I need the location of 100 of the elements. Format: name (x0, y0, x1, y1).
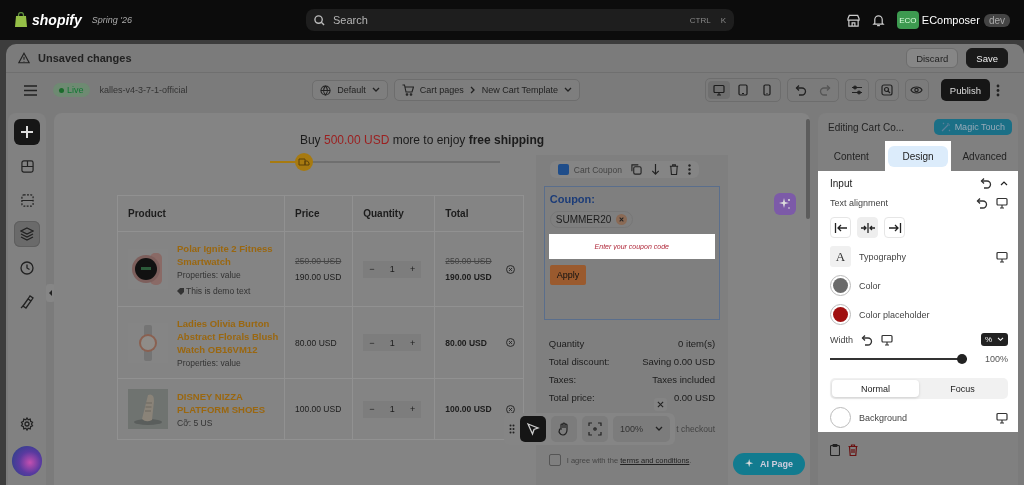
clipboard-icon[interactable] (830, 444, 840, 456)
unit-dropdown[interactable]: % (980, 333, 1008, 346)
panel-tab[interactable]: Content (818, 141, 885, 171)
store-badge[interactable]: ECO (896, 11, 919, 29)
canvas-tool[interactable] (520, 416, 546, 442)
quantity-value: 1 (389, 264, 395, 274)
quantity-stepper[interactable]: − 1 + (363, 334, 422, 351)
decrease-button[interactable]: − (369, 404, 375, 414)
state-tab[interactable]: Focus (919, 380, 1006, 397)
alignment-button[interactable] (857, 217, 878, 238)
chevron-down-icon (655, 426, 664, 432)
filters-button[interactable] (844, 79, 869, 101)
remove-icon[interactable] (505, 404, 515, 414)
panel-tab[interactable]: Advanced (951, 141, 1018, 171)
slider-thumb[interactable] (956, 354, 967, 364)
quantity-stepper[interactable]: − 1 + (363, 400, 422, 418)
chevron-down-icon (997, 337, 1004, 342)
line-total: 80.00 USD (445, 337, 487, 348)
desktop-icon[interactable] (881, 333, 893, 346)
price: 80.00 USD (295, 337, 338, 348)
coupon-title: Coupon: (549, 193, 595, 205)
reset-icon[interactable] (980, 177, 992, 189)
edition-label: Spring '26 (91, 15, 133, 25)
column-header: Product (117, 195, 285, 232)
search-bar[interactable]: Search CTRL K (306, 9, 734, 31)
original-total: 250.00 USD (445, 256, 492, 266)
column-header: Total (434, 195, 524, 232)
breadcrumb-item[interactable]: Cart pages (419, 85, 464, 95)
chevron-up-icon[interactable] (1000, 180, 1008, 186)
ai-assist-button[interactable] (774, 193, 796, 215)
search-icon (880, 84, 893, 96)
summary-label: Taxes: (548, 374, 577, 385)
warning-icon (18, 52, 30, 64)
field-label: Width (830, 334, 853, 345)
redo-icon (818, 84, 831, 96)
product-note: This is demo text (177, 286, 284, 296)
blocks-icon (20, 159, 34, 173)
zoom-dropdown[interactable]: 100% (613, 416, 671, 442)
magic-touch-button[interactable]: Magic Touch (933, 119, 1012, 135)
inspect-button[interactable] (874, 79, 899, 101)
discard-button[interactable]: Discard (906, 48, 959, 68)
increase-button[interactable]: + (409, 404, 416, 414)
undo-icon (794, 84, 807, 96)
desktop-icon[interactable] (996, 197, 1008, 209)
duplicate-icon[interactable] (630, 164, 642, 175)
ai-page-button[interactable]: AI Page (733, 453, 805, 475)
increase-button[interactable]: + (409, 337, 416, 348)
summary-label: Total price: (548, 392, 595, 403)
summary-value: Saving 0.00 USD (642, 356, 716, 367)
more-icon[interactable] (996, 83, 1000, 97)
search-icon (314, 14, 325, 26)
delete-icon[interactable] (668, 164, 679, 175)
language-dropdown[interactable]: Default (312, 80, 388, 100)
typography-button[interactable]: A (830, 246, 851, 267)
close-icon[interactable] (654, 398, 668, 411)
panel-tab[interactable]: Design (884, 141, 952, 171)
remove-icon[interactable] (505, 338, 515, 347)
increase-button[interactable]: + (409, 264, 416, 274)
drag-handle-icon[interactable] (509, 424, 515, 434)
desktop-icon[interactable] (996, 250, 1008, 263)
save-button[interactable]: Save (966, 48, 1008, 68)
shortcut-key: CTRL (689, 15, 711, 25)
arrow-down-icon[interactable] (650, 164, 660, 175)
page-breadcrumb[interactable]: Cart pages New Cart Template (393, 79, 581, 101)
cart-icon (401, 84, 414, 96)
product-property: Cỡ: 5 US (177, 418, 214, 428)
delete-icon[interactable] (848, 444, 858, 456)
focus-icon (588, 422, 602, 436)
reset-icon[interactable] (861, 333, 873, 346)
width-value: 100% (984, 354, 1008, 364)
desktop-icon[interactable] (996, 411, 1008, 424)
unsaved-message: Unsaved changes (38, 52, 132, 64)
logo-text: shopify (32, 12, 82, 28)
apply-button[interactable]: Apply (549, 265, 587, 285)
decrease-button[interactable]: − (369, 264, 375, 274)
decrease-button[interactable]: − (369, 337, 375, 348)
breadcrumb-item[interactable]: New Cart Template (481, 85, 559, 95)
bell-icon[interactable] (871, 13, 885, 27)
align-center-icon (859, 221, 876, 234)
close-icon[interactable] (616, 214, 628, 225)
assistant-orb-icon[interactable] (11, 445, 43, 477)
remove-icon[interactable] (505, 264, 515, 274)
sidebar-item[interactable] (14, 119, 40, 145)
store-name[interactable]: EComposer (921, 14, 980, 26)
device-button[interactable] (707, 81, 730, 99)
mobile-icon (760, 84, 773, 96)
menu-icon[interactable] (24, 84, 37, 96)
store-icon[interactable] (846, 13, 860, 27)
state-tab[interactable]: Normal (832, 380, 919, 397)
alignment-button[interactable] (830, 217, 851, 238)
price: 100.00 USD (295, 404, 343, 414)
search-field[interactable]: Search (331, 13, 680, 27)
quantity-stepper[interactable]: − 1 + (363, 260, 422, 278)
alignment-button[interactable] (884, 217, 905, 238)
more-icon[interactable] (687, 164, 691, 175)
reset-icon[interactable] (976, 197, 988, 209)
agree-checkbox[interactable] (548, 454, 561, 466)
quantity-value: 1 (389, 337, 395, 348)
publish-button[interactable]: Publish (940, 79, 990, 101)
preview-button[interactable] (904, 79, 929, 101)
